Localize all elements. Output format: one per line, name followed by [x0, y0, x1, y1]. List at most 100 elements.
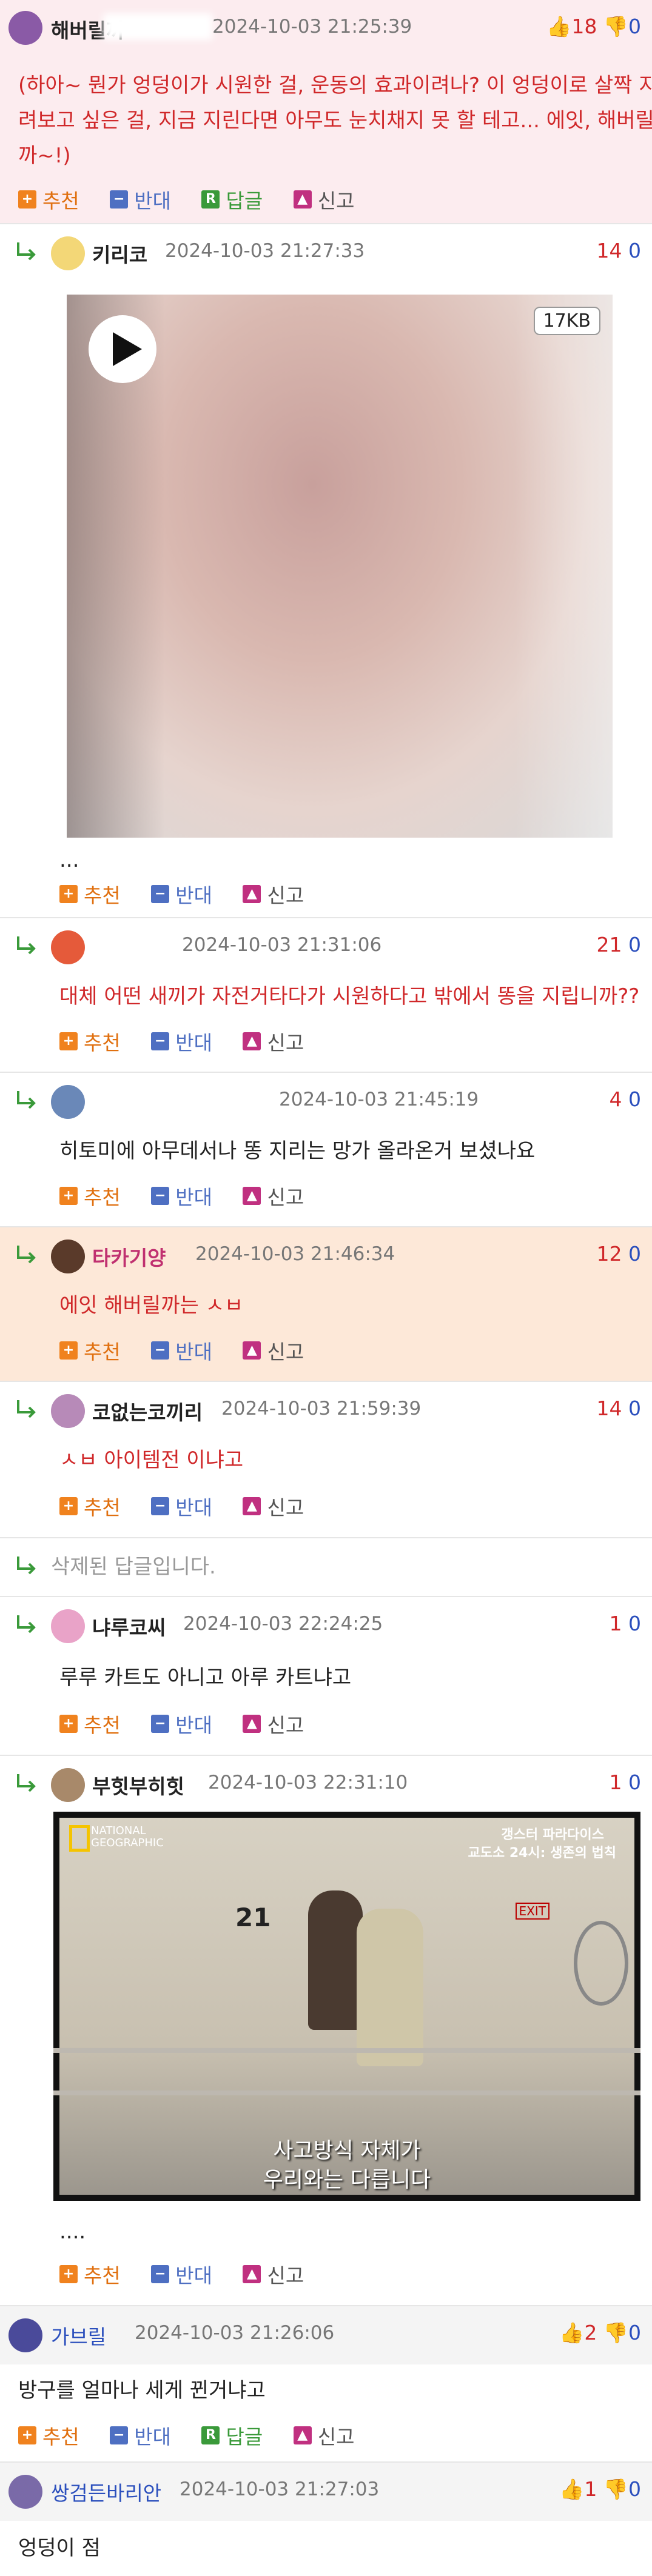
recommend-button[interactable]: + 추천	[59, 1492, 121, 1521]
avatar[interactable]	[51, 930, 85, 964]
thumb-down-icon[interactable]: 👎	[603, 15, 628, 38]
timestamp: 2024-10-03 21:27:33	[165, 240, 365, 262]
avatar[interactable]	[51, 1085, 85, 1119]
avatar[interactable]	[51, 1768, 85, 1802]
comment-0: 해버릴까 2024-10-03 21:25:39 👍18 👎0 (하아~ 뭔가 …	[0, 0, 652, 224]
avatar[interactable]	[51, 236, 85, 270]
comment-actions: + 추천 − 반대 ▲ 신고	[59, 1709, 328, 1738]
show-title: 갱스터 파라다이스	[501, 1827, 604, 1843]
exit-sign: EXIT	[515, 1903, 549, 1920]
vote-count: 1 0	[610, 1612, 642, 1635]
comment-text: ....	[59, 2220, 86, 2244]
comment-7: 냐루코씨 2024-10-03 22:24:25 1 0 루루 카트도 아니고 …	[0, 1597, 652, 1756]
oppose-button[interactable]: − 반대	[151, 879, 212, 909]
deleted-comment: 삭제된 답글입니다.	[0, 1538, 652, 1597]
timestamp: 2024-10-03 21:31:06	[182, 934, 382, 956]
downvote-count: 0	[628, 1396, 641, 1420]
oppose-button[interactable]: − 반대	[151, 1709, 212, 1738]
timestamp: 2024-10-03 22:31:10	[208, 1772, 408, 1794]
recommend-button[interactable]: + 추천	[18, 185, 79, 214]
vote-count: 21 0	[597, 933, 642, 956]
report-button[interactable]: ▲ 신고	[293, 185, 354, 214]
comment-actions: + 추천 − 반대 ▲ 신고	[59, 1181, 328, 1210]
avatar[interactable]	[51, 1609, 85, 1643]
recommend-button[interactable]: + 추천	[59, 1181, 121, 1210]
tv-screenshot-image[interactable]: NATIONAL GEOGRAPHIC 갱스터 파라다이스 교도소 24시: 생…	[53, 1812, 640, 2201]
thumb-up-icon[interactable]: 👍	[559, 2321, 584, 2344]
door-number: 21	[235, 1903, 271, 1932]
vote-count: 👍1 👎0	[559, 2477, 641, 2501]
thumb-down-icon[interactable]: 👎	[603, 2477, 628, 2501]
downvote-count: 0	[628, 933, 641, 956]
reply-arrow-icon	[17, 1400, 36, 1418]
recommend-button[interactable]: + 추천	[59, 1336, 121, 1365]
report-button[interactable]: ▲ 신고	[293, 2421, 354, 2450]
downvote-count: 0	[628, 1242, 641, 1266]
video-player[interactable]: 17KB	[67, 295, 613, 838]
nickname[interactable]: 가브릴	[51, 2321, 106, 2350]
thumb-up-icon[interactable]: 👍	[546, 15, 571, 38]
timestamp: 2024-10-03 21:27:03	[180, 2478, 380, 2500]
downvote-count: 0	[628, 239, 641, 262]
comment-1: 키리코 2024-10-03 21:27:33 14 0 17KB ... + 추…	[0, 224, 652, 918]
nickname[interactable]: 코없는코끼리	[92, 1396, 203, 1426]
recommend-button[interactable]: + 추천	[18, 2421, 79, 2450]
upvote-count: 18	[571, 15, 597, 38]
vote-count: 👍18 👎0	[546, 15, 641, 39]
comment-actions: + 추천 − 반대 ▲ 신고	[59, 1335, 328, 1365]
comment-actions: + 추천 − 반대 ▲ 신고	[59, 1491, 328, 1521]
oppose-button[interactable]: − 반대	[151, 1492, 212, 1521]
reply-button[interactable]: R 답글	[201, 2421, 263, 2450]
report-button[interactable]: ▲ 신고	[243, 1181, 304, 1210]
oppose-button[interactable]: − 반대	[110, 185, 171, 214]
comment-actions: + 추천 − 반대 ▲ 신고	[59, 1026, 328, 1056]
upvote-count: 21	[596, 933, 622, 956]
channel-logo-text: NATIONAL GEOGRAPHIC	[91, 1824, 164, 1849]
report-button[interactable]: ▲ 신고	[243, 1492, 304, 1521]
downvote-count: 0	[628, 1087, 641, 1111]
subtitle-line-1: 사고방식 자체가	[273, 2138, 421, 2163]
oppose-button[interactable]: − 반대	[151, 2260, 212, 2289]
nickname[interactable]: 키리코	[92, 239, 147, 268]
reply-arrow-icon	[17, 1091, 36, 1109]
report-button[interactable]: ▲ 신고	[243, 2260, 304, 2289]
avatar[interactable]	[8, 2318, 42, 2352]
avatar[interactable]	[8, 2475, 42, 2509]
comment-10: 쌍검든바리안 2024-10-03 21:27:03 👍1 👎0 엉덩이 점	[0, 2463, 652, 2575]
nickname[interactable]: 타카기양	[92, 1242, 166, 1271]
reply-button[interactable]: R 답글	[201, 185, 263, 214]
upvote-count: 1	[609, 1612, 622, 1635]
comment-3: 2024-10-03 21:45:19 4 0 히토미에 아무데서나 똥 지리는…	[0, 1073, 652, 1227]
downvote-count: 0	[628, 1770, 641, 1794]
nat-geo-logo-icon	[69, 1825, 90, 1852]
report-button[interactable]: ▲ 신고	[243, 879, 304, 909]
recommend-button[interactable]: + 추천	[59, 1027, 121, 1056]
recommend-button[interactable]: + 추천	[59, 1709, 121, 1738]
comment-9: 가브릴 2024-10-03 21:26:06 👍2 👎0 방구를 얼마나 세게…	[0, 2306, 652, 2463]
nickname[interactable]: 쌍검든바리안	[51, 2477, 161, 2506]
downvote-count: 0	[628, 15, 641, 38]
nickname[interactable]: 부힛부히힛	[92, 1770, 184, 1800]
vote-count: 14 0	[597, 1396, 642, 1420]
nickname[interactable]: 냐루코씨	[92, 1612, 166, 1641]
report-button[interactable]: ▲ 신고	[243, 1709, 304, 1738]
avatar[interactable]	[51, 1394, 85, 1428]
upvote-count: 1	[584, 2477, 597, 2501]
recommend-button[interactable]: + 추천	[59, 2260, 121, 2289]
comment-5: 코없는코끼리 2024-10-03 21:59:39 14 0 ㅅㅂ 아이템전 …	[0, 1382, 652, 1538]
thumb-down-icon[interactable]: 👎	[603, 2321, 628, 2344]
vote-count: 14 0	[597, 239, 642, 262]
report-button[interactable]: ▲ 신고	[243, 1027, 304, 1056]
oppose-button[interactable]: − 반대	[151, 1181, 212, 1210]
oppose-button[interactable]: − 반대	[151, 1027, 212, 1056]
recommend-button[interactable]: + 추천	[59, 879, 121, 909]
thumb-up-icon[interactable]: 👍	[559, 2477, 584, 2501]
oppose-button[interactable]: − 반대	[151, 1336, 212, 1365]
avatar[interactable]	[8, 11, 42, 45]
upvote-count: 12	[596, 1242, 622, 1266]
oppose-button[interactable]: − 반대	[110, 2421, 171, 2450]
play-icon[interactable]	[86, 313, 159, 385]
avatar[interactable]	[51, 1240, 85, 1273]
report-button[interactable]: ▲ 신고	[243, 1336, 304, 1365]
comment-text: ...	[59, 848, 79, 872]
